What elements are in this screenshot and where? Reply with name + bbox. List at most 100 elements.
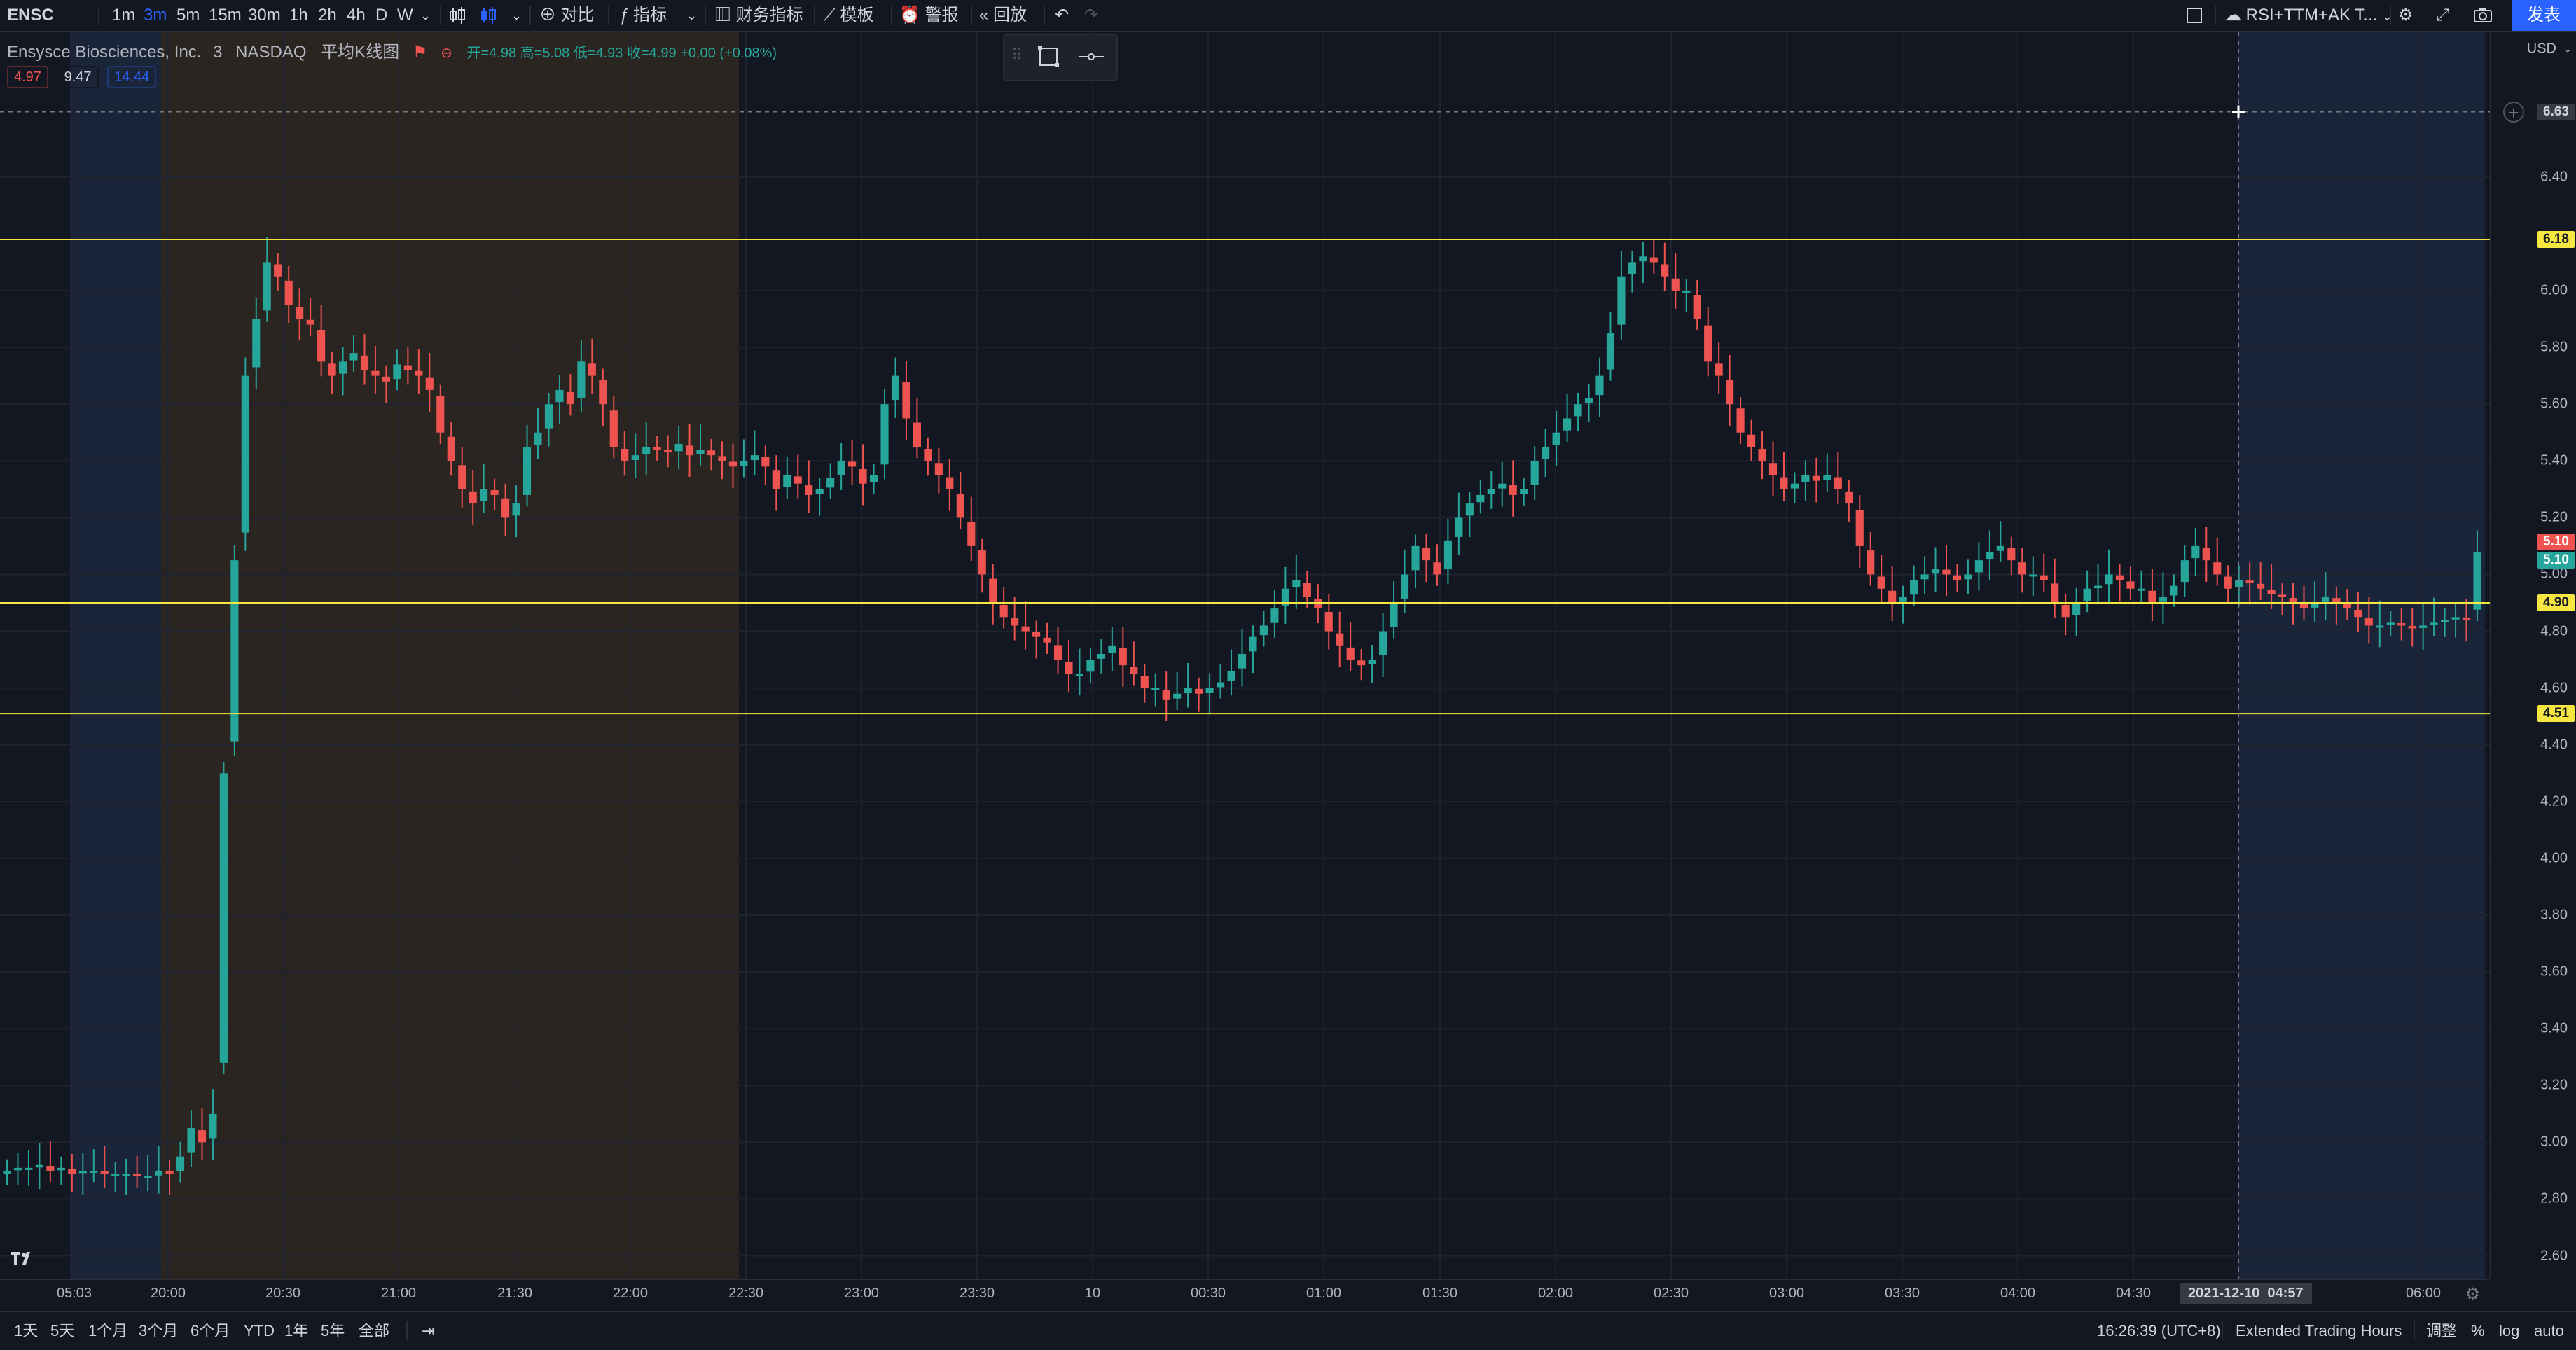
templates-button[interactable]: ⟋ 模板 bbox=[824, 0, 873, 31]
candle-body bbox=[252, 319, 261, 368]
range-ytd[interactable]: YTD bbox=[244, 1312, 275, 1350]
interval-d[interactable]: D bbox=[375, 0, 387, 31]
candle-body bbox=[718, 456, 726, 461]
currency-selector[interactable]: USD bbox=[2527, 41, 2556, 57]
heikin-ashi-icon[interactable] bbox=[479, 0, 497, 31]
candle-body bbox=[728, 461, 738, 467]
candle-body bbox=[664, 450, 672, 453]
bid-price[interactable]: 4.97 bbox=[7, 66, 48, 88]
layout-selector[interactable]: ☁ RSI+TTM+AK T... ⌄ bbox=[2224, 0, 2393, 31]
goto-date-icon[interactable]: ⇥ bbox=[422, 1312, 434, 1350]
candlestick-chart[interactable] bbox=[0, 32, 2490, 1279]
interval-30m[interactable]: 30m bbox=[248, 0, 281, 31]
price-badge: 5.10 bbox=[2537, 533, 2575, 550]
replay-label: 回放 bbox=[993, 6, 1027, 25]
range-6m[interactable]: 6个月 bbox=[191, 1312, 230, 1350]
price-tick-label: 3.60 bbox=[2540, 963, 2568, 980]
log-toggle[interactable]: log bbox=[2499, 1312, 2519, 1350]
interval-1m[interactable]: 1m bbox=[112, 0, 135, 31]
chevron-down-icon[interactable]: ⌄ bbox=[511, 0, 522, 31]
candle-body bbox=[219, 773, 228, 1063]
candle-body bbox=[631, 455, 639, 461]
rectangle-tool-icon[interactable] bbox=[1037, 43, 1060, 74]
candle-body bbox=[1845, 491, 1853, 504]
fullscreen-square-icon[interactable] bbox=[2185, 0, 2203, 31]
candle-body bbox=[1834, 477, 1842, 489]
symbol-name[interactable]: Ensysce Biosciences, Inc. bbox=[7, 43, 201, 62]
interval-4h[interactable]: 4h bbox=[347, 0, 366, 31]
candle-body bbox=[880, 404, 889, 465]
replay-button[interactable]: « 回放 bbox=[979, 0, 1027, 31]
auto-toggle[interactable]: auto bbox=[2534, 1312, 2564, 1350]
candle-body bbox=[458, 465, 466, 489]
range-1y[interactable]: 1年 bbox=[284, 1312, 308, 1350]
candle-body bbox=[1065, 662, 1073, 674]
market-status-icon[interactable]: ⊖ bbox=[441, 46, 452, 61]
price-axis[interactable]: USD ⌄ 6.40 6.00 5.80 5.60 5.40 5.20 5.00 4.80 4.… bbox=[2490, 32, 2576, 1279]
range-5y[interactable]: 5年 bbox=[321, 1312, 345, 1350]
adjust-toggle[interactable]: 调整 bbox=[2426, 1312, 2457, 1350]
chevron-down-icon[interactable]: ⌄ bbox=[420, 0, 431, 31]
range-1m[interactable]: 1个月 bbox=[88, 1312, 127, 1350]
redo-icon[interactable]: ↷ bbox=[1084, 0, 1098, 31]
horizontal-line-tool-icon[interactable] bbox=[1077, 43, 1105, 74]
candle-body bbox=[2451, 617, 2460, 620]
candle-body bbox=[1509, 485, 1517, 495]
candle-body bbox=[1758, 449, 1766, 461]
chevron-down-icon[interactable]: ⌄ bbox=[686, 0, 697, 31]
candle-body bbox=[2061, 605, 2070, 618]
range-all[interactable]: 全部 bbox=[359, 1312, 389, 1350]
clock-timezone[interactable]: 16:26:39 (UTC+8) bbox=[2097, 1312, 2221, 1350]
symbol-search[interactable]: ENSC bbox=[7, 0, 54, 31]
session-selector[interactable]: Extended Trading Hours bbox=[2236, 1312, 2402, 1350]
gear-icon[interactable]: ⚙ bbox=[2398, 0, 2414, 31]
flag-icon[interactable]: ⚑ bbox=[413, 43, 428, 62]
interval-2h[interactable]: 2h bbox=[318, 0, 337, 31]
candle-body bbox=[1498, 483, 1507, 489]
gear-icon[interactable]: ⚙ bbox=[2465, 1284, 2480, 1304]
candle-body bbox=[1086, 660, 1095, 672]
percent-toggle[interactable]: % bbox=[2471, 1312, 2485, 1350]
tradingview-logo-icon[interactable] bbox=[8, 1245, 36, 1270]
candle-body bbox=[609, 410, 618, 447]
fullscreen-icon[interactable]: ⤢ bbox=[2436, 0, 2449, 31]
interval-w[interactable]: W bbox=[397, 0, 413, 31]
bar-chart-icon: ▥ bbox=[714, 6, 731, 25]
candle-style-icon[interactable] bbox=[448, 0, 466, 31]
compare-button[interactable]: ⊕ 对比 bbox=[539, 0, 595, 31]
interval-5m[interactable]: 5m bbox=[176, 0, 200, 31]
drag-handle-icon[interactable]: ⠿ bbox=[1011, 46, 1023, 64]
time-tick-label: 23:00 bbox=[843, 1286, 880, 1301]
indicators-button[interactable]: ƒ 指标 bbox=[619, 0, 667, 31]
interval-1h[interactable]: 1h bbox=[289, 0, 308, 31]
undo-icon[interactable]: ↶ bbox=[1055, 0, 1069, 31]
range-3m[interactable]: 3个月 bbox=[139, 1312, 178, 1350]
add-plus-icon[interactable]: + bbox=[2503, 101, 2524, 123]
camera-icon[interactable] bbox=[2472, 0, 2493, 31]
time-tick-label: 22:00 bbox=[612, 1286, 649, 1301]
candle-body bbox=[1249, 636, 1257, 652]
candle-body bbox=[1693, 295, 1701, 319]
ask-price[interactable]: 14.44 bbox=[107, 66, 157, 88]
interval-15m[interactable]: 15m bbox=[209, 0, 242, 31]
toolbar-divider bbox=[971, 6, 972, 25]
chart-pane[interactable] bbox=[0, 32, 2490, 1279]
candle-body bbox=[837, 461, 845, 475]
candle-body bbox=[68, 1169, 76, 1174]
candle-body bbox=[1736, 408, 1745, 433]
drawing-toolbar[interactable]: ⠿ bbox=[1003, 34, 1118, 81]
financials-button[interactable]: ▥ 财务指标 bbox=[714, 0, 803, 31]
interval-3m[interactable]: 3m bbox=[144, 0, 167, 31]
publish-button[interactable]: 发表 bbox=[2512, 0, 2576, 31]
range-1d[interactable]: 1天 bbox=[14, 1312, 38, 1350]
time-tick-label: 00:30 bbox=[1190, 1286, 1226, 1301]
candle-body bbox=[1011, 618, 1019, 626]
candle-body bbox=[2289, 598, 2297, 603]
candle-body bbox=[1542, 446, 1550, 459]
crosshair-time-label: 2021-12-10 04:57 bbox=[2180, 1283, 2312, 1304]
candle-body bbox=[2267, 589, 2276, 594]
chevron-down-icon[interactable]: ⌄ bbox=[2563, 43, 2572, 55]
alert-button[interactable]: ⏰ 警报 bbox=[899, 0, 959, 31]
range-5d[interactable]: 5天 bbox=[50, 1312, 74, 1350]
time-axis[interactable]: 05:03 20:00 20:30 21:00 21:30 22:00 22:30 23:00… bbox=[0, 1279, 2490, 1311]
